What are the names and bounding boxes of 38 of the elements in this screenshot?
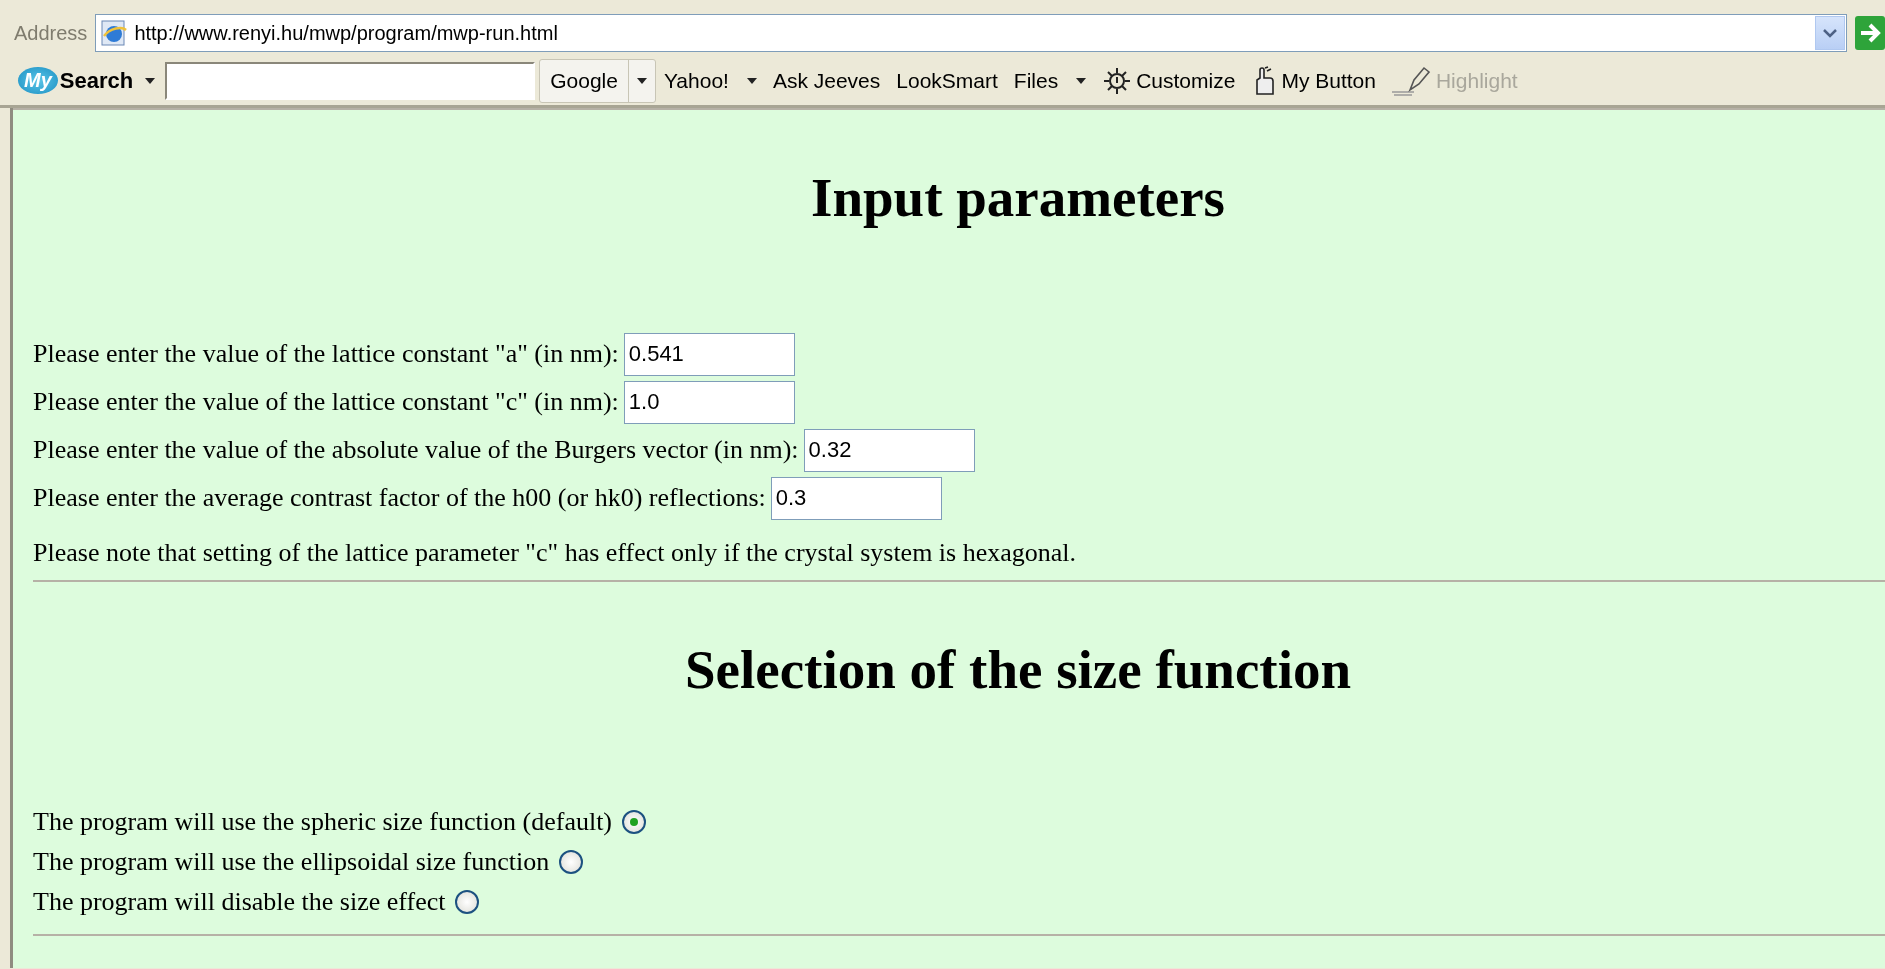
radio-button[interactable]	[622, 810, 647, 834]
caret-icon	[746, 77, 757, 84]
toolbar-button[interactable]: Customize	[1094, 59, 1244, 102]
radio-button[interactable]	[455, 890, 480, 914]
search-engine-button[interactable]: Google	[539, 58, 656, 103]
section-heading: Selection of the size function	[684, 638, 1352, 702]
option-label: The program will use the ellipsoidal size function	[33, 847, 550, 877]
search-field[interactable]	[165, 61, 536, 100]
toolbar-link[interactable]: Files	[1005, 62, 1095, 99]
history-dropdown-button[interactable]	[1815, 16, 1845, 50]
field-label: Please enter the average contrast factor of the h00 (or hk0) reflections:	[33, 483, 766, 513]
address-field[interactable]: http://www.renyi.hu/mwp/program/mwp-run.html	[95, 14, 1847, 52]
caret-icon	[145, 77, 156, 84]
option-label: The program will disable the size effect	[33, 887, 446, 917]
input-field[interactable]: 0.541	[623, 332, 795, 376]
chevron-icon	[1823, 28, 1837, 38]
toolbar-link[interactable]: Yahoo!	[655, 62, 765, 99]
gear-icon	[1102, 65, 1133, 96]
field-label: Please enter the value of the absolute value of the Burgers vector (in nm):	[33, 435, 799, 465]
page-icon	[100, 19, 129, 47]
pen-icon	[1391, 65, 1432, 96]
input-field[interactable]: 0.3	[770, 476, 942, 520]
caret-icon	[636, 77, 647, 84]
toolbar-link[interactable]: LookSmart	[888, 62, 1006, 99]
section-heading: Input parameters	[810, 166, 1226, 230]
input-field[interactable]: 0.32	[803, 428, 975, 472]
address-label: Address	[14, 21, 88, 45]
input-field[interactable]: 1.0	[623, 380, 795, 424]
toolbar-link[interactable]: Ask Jeeves	[764, 62, 889, 99]
field-label: Please enter the value of the lattice constant "a" (in nm):	[33, 339, 619, 369]
brand-label[interactable]: Search	[59, 67, 134, 94]
field-label: Please enter the value of the lattice constant "c" (in nm):	[33, 387, 619, 417]
go-icon[interactable]	[1855, 14, 1885, 52]
toolbar-button[interactable]: My Button	[1243, 59, 1384, 102]
caret-icon	[1076, 77, 1087, 84]
option-label: The program will use the spheric size function (default)	[33, 807, 613, 837]
note-text: Please note that setting of the lattice parameter "c" has effect only if the crystal system is hexagonal.	[33, 538, 1078, 568]
radio-button[interactable]	[559, 850, 584, 874]
